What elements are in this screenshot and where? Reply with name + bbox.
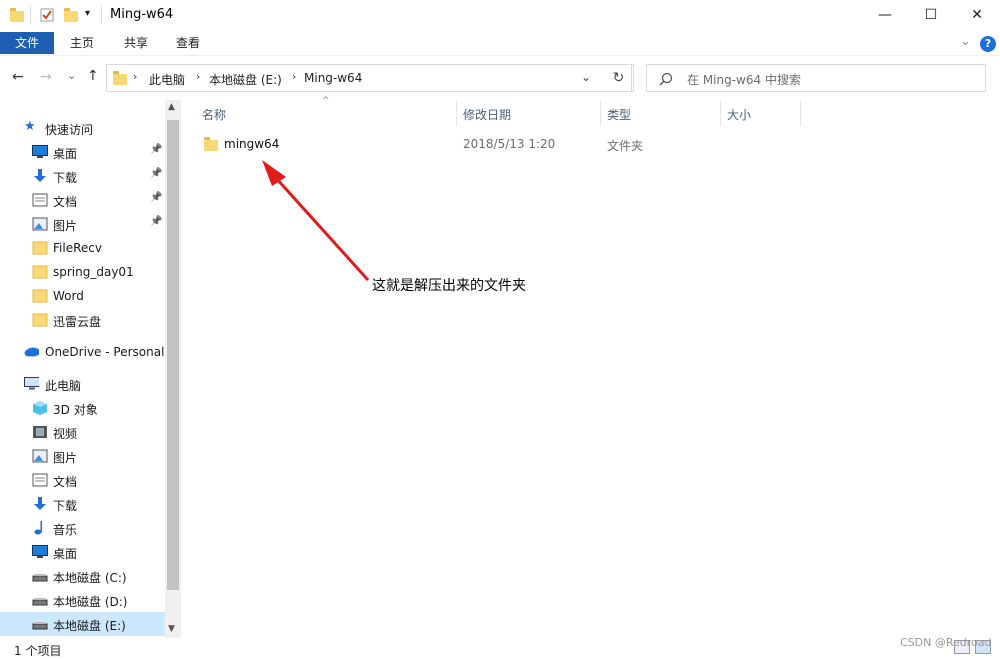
annotation-arrow — [262, 160, 370, 282]
watermark: CSDN @Redroad — [900, 636, 992, 649]
annotation-text: 这就是解压出来的文件夹 — [372, 278, 526, 294]
status-item-count: 1 个项目 — [14, 644, 62, 658]
